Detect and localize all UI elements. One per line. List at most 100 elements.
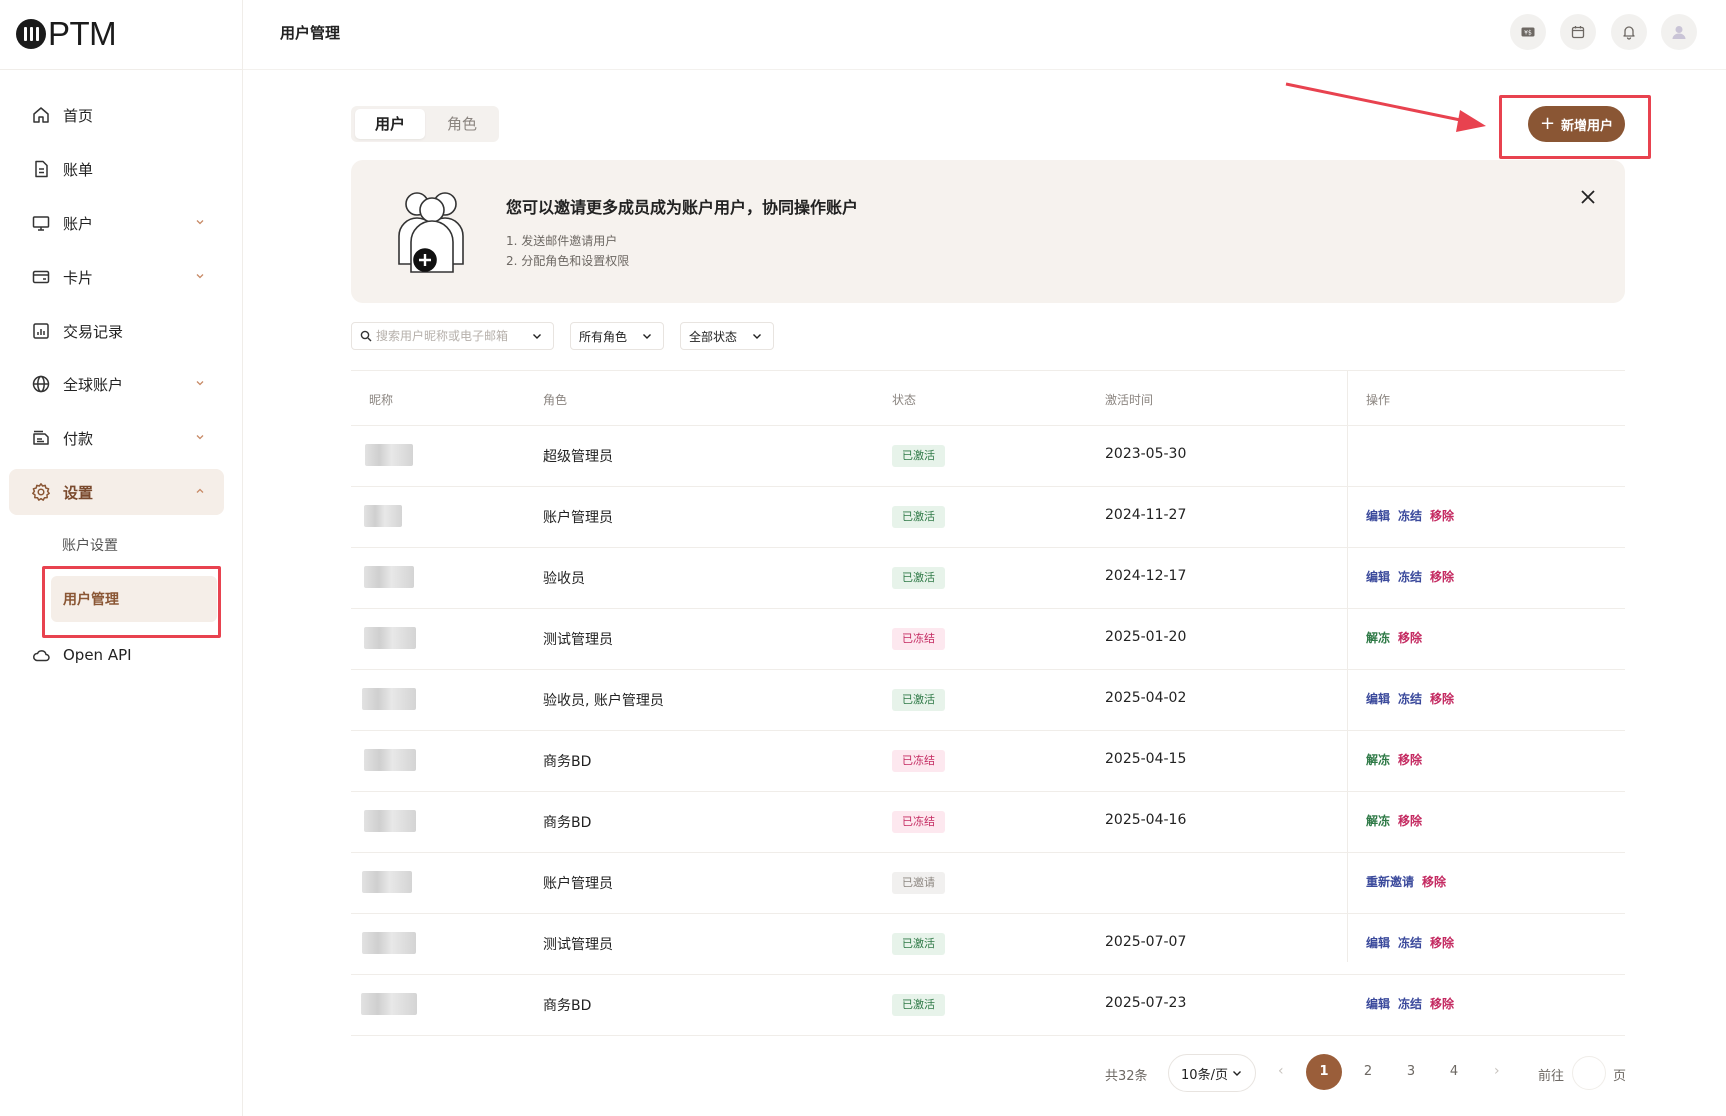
remove-button[interactable]: 移除 [1398, 812, 1422, 829]
edit-button[interactable]: 编辑 [1366, 690, 1390, 707]
actions-cell: 解冻 移除 [1366, 812, 1422, 829]
tab-users[interactable]: 用户 [355, 109, 425, 139]
role-cell: 超级管理员 [543, 449, 613, 465]
nickname-redacted [362, 688, 416, 710]
remove-button[interactable]: 移除 [1430, 568, 1454, 585]
search-input[interactable] [376, 329, 521, 343]
edit-button[interactable]: 编辑 [1366, 995, 1390, 1012]
role-filter-select[interactable]: 所有角色 [570, 322, 664, 350]
freeze-button[interactable]: 冻结 [1398, 568, 1422, 585]
logo-mark-icon [16, 19, 46, 49]
table-row: 商务BD 已激活 2025-07-23 编辑 冻结 移除 [351, 975, 1625, 1036]
edit-button[interactable]: 编辑 [1366, 934, 1390, 951]
actions-cell: 编辑 冻结 移除 [1366, 568, 1454, 585]
table-header: 昵称 角色 状态 激活时间 操作 [351, 370, 1625, 426]
edit-button[interactable]: 编辑 [1366, 568, 1390, 585]
add-user-button[interactable]: + 新增用户 [1528, 106, 1625, 142]
nickname-redacted [364, 810, 416, 832]
calendar-icon [1571, 26, 1585, 39]
sidebar-item-open-api[interactable]: Open API [9, 632, 224, 678]
nickname-redacted [364, 627, 416, 649]
remove-button[interactable]: 移除 [1430, 690, 1454, 707]
remove-button[interactable]: 移除 [1422, 873, 1446, 890]
status-filter-select[interactable]: 全部状态 [680, 322, 774, 350]
actions-cell: 编辑 冻结 移除 [1366, 507, 1454, 524]
remove-button[interactable]: 移除 [1430, 995, 1454, 1012]
goto-page-input[interactable] [1572, 1056, 1606, 1090]
column-header-actions: 操作 [1366, 393, 1391, 407]
close-icon[interactable] [1577, 186, 1599, 208]
sidebar-item-bills[interactable]: 账单 [9, 146, 224, 192]
freeze-button[interactable]: 冻结 [1398, 507, 1422, 524]
banner-step-1: 1. 发送邮件邀请用户 [506, 234, 618, 248]
activated-at-cell: 2025-07-07 [1105, 934, 1187, 950]
table-row: 测试管理员 已激活 2025-07-07 编辑 冻结 移除 [351, 914, 1625, 975]
unfreeze-button[interactable]: 解冻 [1366, 812, 1390, 829]
sidebar-item-cards[interactable]: 卡片 [9, 254, 224, 300]
role-cell: 测试管理员 [543, 937, 613, 953]
exchange-icon: ¥$ [1521, 27, 1535, 37]
freeze-button[interactable]: 冻结 [1398, 934, 1422, 951]
tab-roles[interactable]: 角色 [427, 109, 497, 139]
add-user-label: 新增用户 [1561, 118, 1614, 134]
unfreeze-button[interactable]: 解冻 [1366, 751, 1390, 768]
actions-cell: 解冻 移除 [1366, 751, 1422, 768]
unfreeze-button[interactable]: 解冻 [1366, 629, 1390, 646]
sidebar-item-accounts[interactable]: 账户 [9, 200, 224, 246]
remove-button[interactable]: 移除 [1398, 751, 1422, 768]
sidebar-subitem-account-settings[interactable]: 账户设置 [62, 534, 118, 558]
page-1-button[interactable]: 1 [1306, 1054, 1342, 1090]
sidebar-item-global-accounts[interactable]: 全球账户 [9, 361, 224, 407]
avatar[interactable] [1661, 14, 1697, 50]
sidebar-item-payments[interactable]: 付款 [9, 415, 224, 461]
role-cell: 商务BD [543, 998, 592, 1014]
pagination-total: 共32条 [1105, 1069, 1148, 1084]
tabs: 用户 角色 [351, 106, 499, 142]
freeze-button[interactable]: 冻结 [1398, 995, 1422, 1012]
freeze-button[interactable]: 冻结 [1398, 690, 1422, 707]
chevron-down-icon [643, 334, 651, 339]
logo[interactable]: PTM [16, 14, 117, 54]
prev-page-button[interactable]: ‹ [1278, 1063, 1284, 1079]
column-header-activated-at: 激活时间 [1105, 393, 1154, 407]
search-icon [360, 330, 372, 342]
chevron-down-icon [753, 334, 761, 339]
page-size-select[interactable]: 10条/页 [1168, 1054, 1256, 1092]
actions-cell: 重新邀请 移除 [1366, 873, 1446, 890]
chevron-down-icon [196, 435, 204, 440]
banner-step-2: 2. 分配角色和设置权限 [506, 254, 630, 268]
table-row: 验收员, 账户管理员 已激活 2025-04-02 编辑 冻结 移除 [351, 670, 1625, 731]
sidebar-item-label: 交易记录 [63, 322, 124, 341]
chevron-down-icon[interactable] [531, 330, 543, 342]
table-body: 超级管理员 已激活 2023-05-30 账户管理员 已激活 2024-11-27 编辑 冻结… [351, 426, 1625, 1036]
page-title: 用户管理 [280, 24, 341, 42]
reinvite-button[interactable]: 重新邀请 [1366, 873, 1414, 890]
exchange-rate-button[interactable]: ¥$ [1510, 14, 1546, 50]
status-badge: 已激活 [892, 689, 945, 711]
activated-at-cell: 2025-04-15 [1105, 751, 1187, 767]
page-2-button[interactable]: 2 [1350, 1054, 1386, 1090]
role-cell: 账户管理员 [543, 876, 613, 892]
role-filter-value: 所有角色 [579, 329, 628, 344]
sidebar-item-settings[interactable]: 设置 [9, 469, 224, 515]
page-4-button[interactable]: 4 [1436, 1054, 1472, 1090]
table-row: 账户管理员 已激活 2024-11-27 编辑 冻结 移除 [351, 487, 1625, 548]
remove-button[interactable]: 移除 [1430, 934, 1454, 951]
edit-button[interactable]: 编辑 [1366, 507, 1390, 524]
page-size-value: 10条/页 [1181, 1067, 1228, 1083]
sidebar-item-home[interactable]: 首页 [9, 92, 224, 138]
remove-button[interactable]: 移除 [1430, 507, 1454, 524]
page-3-button[interactable]: 3 [1393, 1054, 1429, 1090]
calendar-button[interactable] [1560, 14, 1596, 50]
table-row: 测试管理员 已冻结 2025-01-20 解冻 移除 [351, 609, 1625, 670]
invite-banner: 您可以邀请更多成员成为账户用户，协同操作账户 1. 发送邮件邀请用户 2. 分配… [351, 160, 1625, 303]
next-page-button[interactable]: › [1494, 1063, 1500, 1079]
remove-button[interactable]: 移除 [1398, 629, 1422, 646]
goto-label: 前往 [1538, 1069, 1565, 1084]
sidebar-item-transactions[interactable]: 交易记录 [9, 308, 224, 354]
chevron-down-icon [196, 220, 204, 225]
sidebar-item-label: 付款 [63, 429, 94, 448]
column-header-status: 状态 [892, 393, 917, 407]
notification-button[interactable] [1611, 14, 1647, 50]
user-icon [1672, 26, 1686, 39]
